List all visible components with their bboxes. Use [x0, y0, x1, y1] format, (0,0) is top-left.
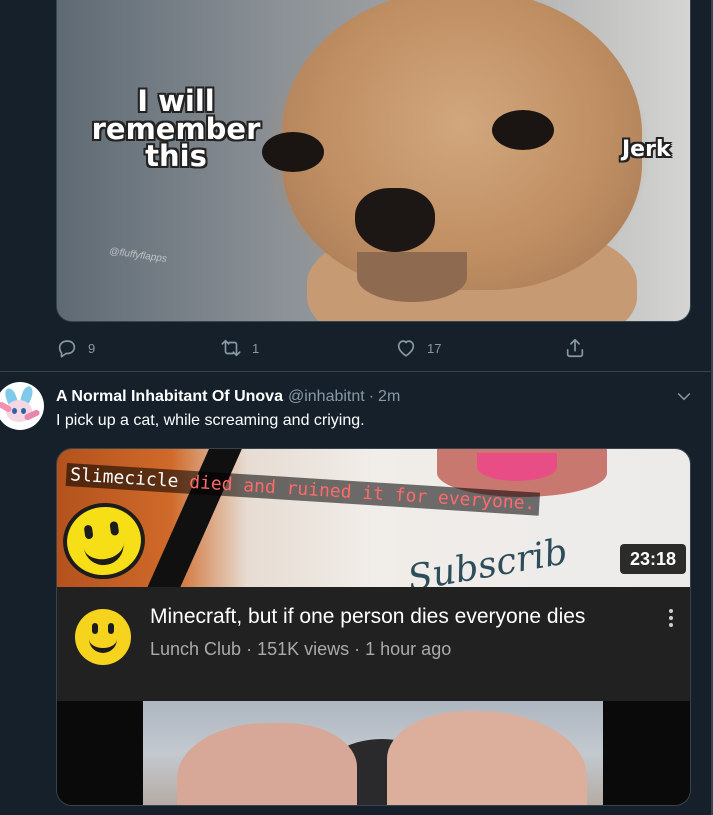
- share-button[interactable]: [564, 332, 586, 364]
- retweet-button[interactable]: 1: [220, 332, 259, 364]
- tweet-timestamp[interactable]: 2m: [378, 388, 400, 406]
- video-meta: Lunch Club · 151K views · 1 hour ago: [150, 639, 451, 660]
- tweet-divider: [0, 371, 711, 372]
- tweet-image[interactable]: I will remember this Jerk @fluffyflapps: [56, 0, 691, 322]
- kebab-icon: [669, 623, 673, 627]
- video-thumbnail[interactable]: Subscrib Slimecicle died and ruined it f…: [57, 449, 690, 587]
- like-button[interactable]: 17: [395, 332, 441, 364]
- dog-mouth: [357, 252, 467, 302]
- dog-nose: [355, 188, 435, 252]
- author-handle[interactable]: @inhabitnt: [288, 388, 365, 406]
- dog-eye-right: [492, 110, 554, 150]
- kebab-icon: [669, 616, 673, 620]
- tweet-header: A Normal Inhabitant Of Unova @inhabitnt …: [56, 386, 400, 408]
- avatar-eye: [21, 408, 26, 414]
- retweet-icon: [221, 339, 241, 357]
- tweet-video-card[interactable]: Subscrib Slimecicle died and ruined it f…: [56, 448, 691, 806]
- video-title[interactable]: Minecraft, but if one person dies everyo…: [150, 605, 585, 629]
- upload-age: 1 hour ago: [365, 639, 452, 659]
- tweet-text: I pick up a cat, while screaming and cri…: [56, 412, 365, 429]
- thumbnail-shirt-text: Subscrib: [404, 531, 571, 587]
- view-count: 151K views: [257, 639, 350, 659]
- chevron-down-icon: [677, 392, 691, 401]
- smiley-logo-icon: [58, 497, 150, 585]
- header-separator: ·: [368, 388, 375, 405]
- video-info: Minecraft, but if one person dies everyo…: [57, 587, 690, 701]
- more-options-button[interactable]: [665, 607, 677, 633]
- video-duration-badge: 23:18: [620, 544, 687, 574]
- reply-button[interactable]: 9: [56, 332, 95, 364]
- like-count: 17: [427, 340, 442, 356]
- death-message-player: Slimecicle: [69, 464, 180, 493]
- thumbnail-tongue: [477, 453, 557, 481]
- timeline-feed: I will remember this Jerk @fluffyflapps …: [0, 0, 713, 815]
- channel-avatar[interactable]: [75, 609, 131, 665]
- kebab-icon: [669, 609, 673, 613]
- tweet-menu-button[interactable]: [674, 386, 694, 406]
- meme-caption-right: Jerk: [622, 137, 671, 162]
- heart-icon: [397, 340, 415, 357]
- tweet-actions: 9 1 17: [56, 332, 616, 364]
- meta-separator: ·: [349, 639, 366, 659]
- video-frame[interactable]: [57, 701, 690, 805]
- dog-head: [282, 0, 642, 290]
- retweet-count: 1: [252, 340, 260, 356]
- avatar-eye: [12, 408, 17, 414]
- author-name[interactable]: A Normal Inhabitant Of Unova: [56, 388, 283, 406]
- avatar[interactable]: [0, 382, 44, 430]
- reply-count: 9: [88, 340, 96, 356]
- meme-caption-left: I will remember this: [91, 84, 261, 174]
- meta-separator: ·: [241, 639, 258, 659]
- dog-eye-left: [262, 132, 324, 172]
- share-icon: [566, 338, 584, 358]
- channel-name[interactable]: Lunch Club: [150, 639, 241, 659]
- reply-icon: [58, 340, 76, 358]
